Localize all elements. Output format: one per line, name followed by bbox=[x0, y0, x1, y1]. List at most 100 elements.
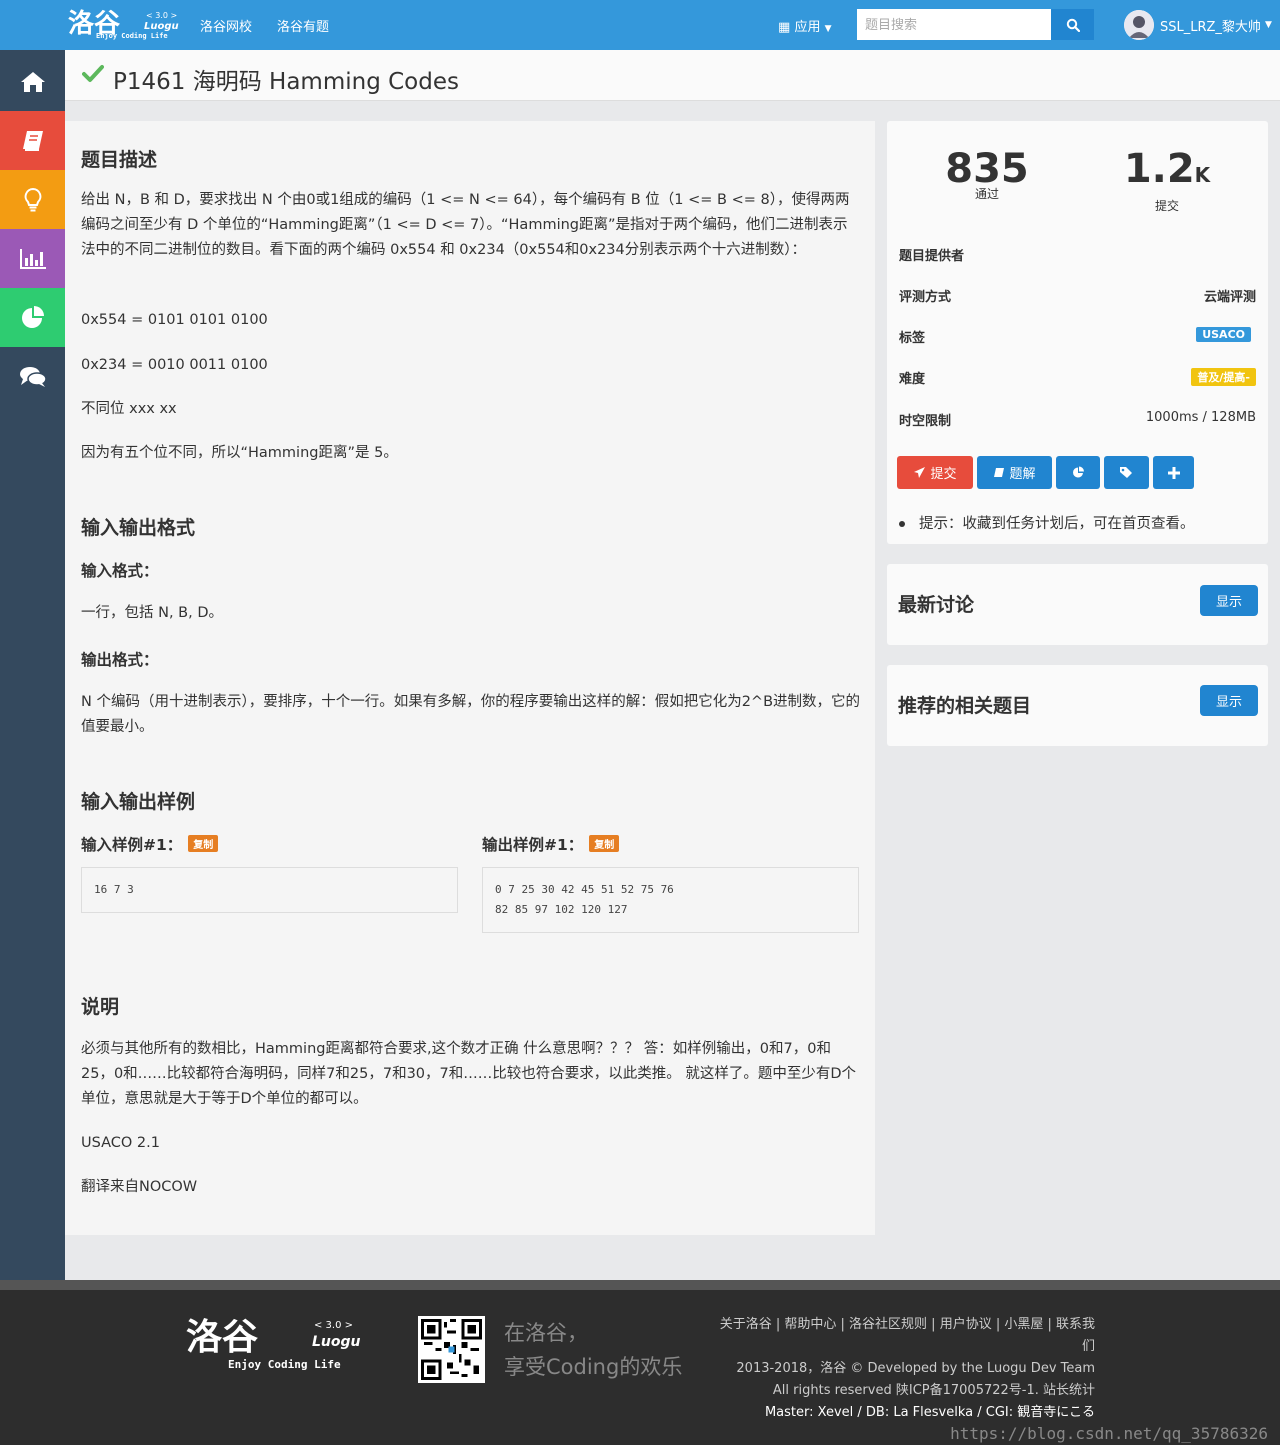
judge-row: 评测方式 云端评测 bbox=[899, 286, 1256, 306]
note-paragraph: 翻译来自NOCOW bbox=[81, 1179, 198, 1195]
limit-value: 1000ms / 128MB bbox=[1145, 410, 1256, 425]
hint-text: 提示：收藏到任务计划后，可在首页查看。 bbox=[919, 516, 1195, 532]
footer-logo-version: < 3.0 > bbox=[314, 1320, 354, 1331]
logo-slogan: Enjoy Coding Life bbox=[96, 32, 168, 40]
statistics-button[interactable] bbox=[1056, 456, 1100, 489]
io-format-heading: 输入输出格式 bbox=[81, 517, 196, 539]
output-format-label: 输出格式： bbox=[81, 651, 159, 669]
tag-badge[interactable]: USACO bbox=[1196, 327, 1251, 342]
search-icon bbox=[1066, 18, 1080, 32]
related-heading: 推荐的相关题目 bbox=[898, 695, 1032, 717]
username: SSL_LRZ_黎大帅 bbox=[1160, 19, 1261, 35]
caret-down-icon: ▼ bbox=[824, 24, 832, 34]
submitted-count: 1.2K bbox=[1107, 147, 1227, 197]
judge-value: 云端评测 bbox=[1203, 290, 1256, 305]
footer-logo-slogan: Enjoy Coding Life bbox=[228, 1358, 341, 1371]
logo-name: Luogu bbox=[144, 21, 179, 32]
note-paragraph: 必须与其他所有的数相比，Hamming距离都符合要求,这个数才正确 什么意思啊？… bbox=[81, 1041, 857, 1107]
copy-input-button[interactable]: 复制 bbox=[188, 835, 219, 852]
submit-label: 提交 bbox=[930, 467, 957, 482]
qr-code-image bbox=[418, 1316, 485, 1383]
home-icon bbox=[20, 71, 45, 92]
discussion-heading: 最新讨论 bbox=[898, 594, 975, 616]
tags-icon bbox=[1120, 467, 1132, 478]
rights-text: All rights reserved 陕ICP备17005722号-1. 站长… bbox=[772, 1383, 1095, 1398]
sample-heading: 输入输出样例 bbox=[81, 791, 196, 813]
sidebar-item-problems[interactable] bbox=[0, 111, 65, 170]
input-format-label: 输入格式： bbox=[81, 562, 159, 580]
sidebar-item-discuss[interactable] bbox=[0, 347, 65, 406]
sidebar-item-ranking[interactable] bbox=[0, 229, 65, 288]
footer: 洛谷 < 3.0 > Luogu Enjoy Coding Life 在洛谷， … bbox=[0, 1280, 1280, 1445]
footer-nav-links[interactable]: 关于洛谷 | 帮助中心 | 洛谷社区规则 | 用户协议 | 小黑屋 | 联系我们 bbox=[715, 1314, 1095, 1358]
apps-label: 应用 bbox=[794, 20, 821, 35]
difficulty-row: 难度 普及/提高- bbox=[899, 368, 1256, 388]
footer-slogan-line: 在洛谷， bbox=[504, 1321, 588, 1345]
related-card: 推荐的相关题目 显示 bbox=[887, 665, 1268, 746]
submitted-label: 提交 bbox=[1154, 199, 1179, 213]
description-heading: 题目描述 bbox=[81, 149, 158, 171]
sample-input-title: 输入样例#1： bbox=[81, 836, 183, 854]
tags-button[interactable] bbox=[1104, 456, 1149, 489]
footer-logo: 洛谷 < 3.0 > Luogu Enjoy Coding Life bbox=[186, 1318, 361, 1378]
submitted-unit: K bbox=[1194, 163, 1211, 187]
copyright-text: 2013-2018，洛谷 © Developed by the Luogu De… bbox=[736, 1361, 1095, 1376]
bullet-icon bbox=[899, 521, 905, 527]
luogu-logo[interactable]: 洛谷 < 3.0 > Luogu Enjoy Coding Life bbox=[68, 9, 179, 43]
sample-input-label: 输入样例#1： 复制 bbox=[81, 833, 219, 855]
logo-version: < 3.0 > bbox=[146, 11, 178, 20]
page-title: P1461 海明码 Hamming Codes bbox=[113, 69, 459, 95]
description-paragraph: 0x554 = 0101 0101 0100 bbox=[81, 312, 268, 328]
difficulty-label: 难度 bbox=[899, 372, 926, 387]
sidebar-item-records[interactable] bbox=[0, 288, 65, 347]
pie-chart-icon bbox=[1072, 466, 1084, 478]
check-icon bbox=[82, 65, 104, 82]
provider-label: 题目提供者 bbox=[899, 249, 965, 264]
problem-content: 题目描述 给出 N，B 和 D，要求找出 N 个由0或1组成的编码（1 <= N… bbox=[65, 121, 875, 1235]
show-related-button[interactable]: 显示 bbox=[1200, 685, 1258, 716]
submitted-value: 1.2 bbox=[1123, 146, 1195, 192]
description-paragraph: 不同位 xxx xx bbox=[81, 401, 177, 417]
sidebar-item-home[interactable] bbox=[0, 52, 65, 111]
user-menu[interactable]: SSL_LRZ_黎大帅 ▼ bbox=[1124, 10, 1272, 40]
sample-output-line: 0 7 25 30 42 45 51 52 75 76 bbox=[495, 883, 674, 896]
sample-output-box[interactable]: 0 7 25 30 42 45 51 52 75 76 82 85 97 102… bbox=[482, 867, 859, 933]
solution-button[interactable]: 题解 bbox=[977, 456, 1052, 489]
input-format-text: 一行，包括 N, B, D。 bbox=[81, 605, 224, 621]
top-navbar: 洛谷 < 3.0 > Luogu Enjoy Coding Life 洛谷网校 … bbox=[0, 0, 1280, 50]
difficulty-badge: 普及/提高- bbox=[1191, 368, 1256, 386]
footer-slogan: 在洛谷， 享受Coding的欢乐 bbox=[504, 1316, 682, 1384]
servers-text: Master: Xevel / DB: La Flesvelka / CGI: … bbox=[764, 1405, 1095, 1420]
book-icon bbox=[994, 467, 1005, 477]
note-heading: 说明 bbox=[81, 996, 120, 1018]
search-button[interactable] bbox=[1051, 9, 1094, 40]
add-to-plan-button[interactable] bbox=[1153, 456, 1194, 489]
avatar bbox=[1124, 10, 1154, 40]
plus-icon bbox=[1167, 466, 1180, 479]
sample-input-box[interactable]: 16 7 3 bbox=[81, 867, 458, 913]
footer-links: 关于洛谷 | 帮助中心 | 洛谷社区规则 | 用户协议 | 小黑屋 | 联系我们… bbox=[715, 1314, 1095, 1424]
output-format-text: N 个编码（用十进制表示），要排序，十个一行。如果有多解，你的程序要输出这样的解… bbox=[81, 694, 861, 735]
tags-label: 标签 bbox=[899, 331, 926, 346]
copy-output-button[interactable]: 复制 bbox=[589, 835, 620, 852]
nav-link-problems[interactable]: 洛谷有题 bbox=[277, 16, 329, 35]
pie-chart-icon bbox=[21, 305, 44, 328]
sample-input-text: 16 7 3 bbox=[94, 883, 134, 896]
problem-info-card: 835 通过 1.2K 提交 题目提供者 评测方式 云端评测 标签 USACO … bbox=[887, 121, 1268, 544]
caret-down-icon: ▼ bbox=[1264, 20, 1272, 30]
apps-menu[interactable]: ▦ 应用 ▼ bbox=[778, 16, 832, 35]
sample-output-title: 输出样例#1： bbox=[482, 836, 584, 854]
solution-label: 题解 bbox=[1009, 467, 1036, 482]
show-discussion-button[interactable]: 显示 bbox=[1200, 585, 1258, 616]
footer-logo-text: 洛谷 bbox=[186, 1317, 259, 1358]
search-input[interactable] bbox=[857, 9, 1051, 40]
judge-label: 评测方式 bbox=[899, 290, 952, 305]
sample-output-line: 82 85 97 102 120 127 bbox=[495, 903, 628, 916]
footer-slogan-line: 享受Coding的欢乐 bbox=[504, 1355, 683, 1379]
footer-logo-name: Luogu bbox=[312, 1334, 361, 1350]
submit-button[interactable]: 提交 bbox=[897, 456, 973, 489]
hint-item: 提示：收藏到任务计划后，可在首页查看。 bbox=[899, 512, 1195, 533]
sidebar-item-training[interactable] bbox=[0, 170, 65, 229]
nav-link-school[interactable]: 洛谷网校 bbox=[200, 16, 252, 35]
submitted-stat: 1.2K 提交 bbox=[1107, 147, 1227, 214]
